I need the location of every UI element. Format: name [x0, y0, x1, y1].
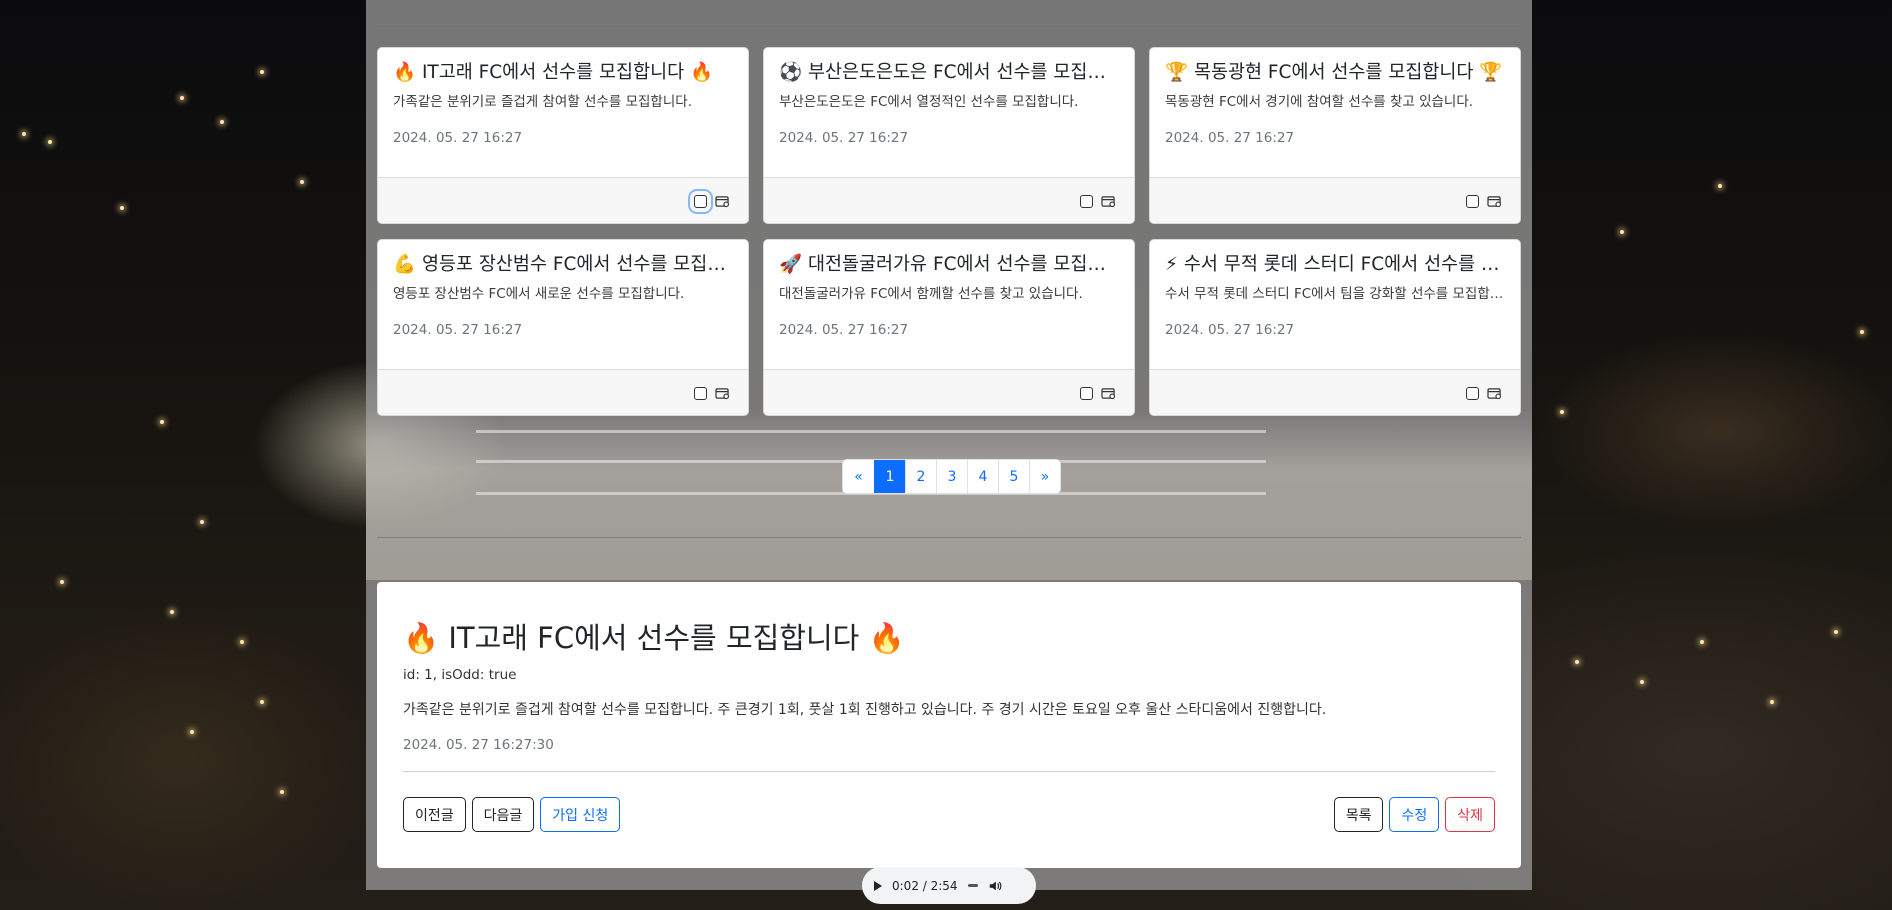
edit-button[interactable]: 수정	[1389, 797, 1440, 832]
card-title[interactable]: 💪 영등포 장산범수 FC에서 선수를 모집합니다	[393, 252, 733, 278]
page-next-link[interactable]: »	[1029, 460, 1060, 493]
section-divider	[377, 537, 1521, 538]
recruit-card[interactable]: ⚽ 부산은도은도은 FC에서 선수를 모집합니다 부산은도은도은 FC에서 열정…	[763, 47, 1135, 224]
audio-time: 0:02 / 2:54	[892, 878, 958, 893]
card-footer	[764, 177, 1134, 223]
card-date: 2024. 05. 27 16:27	[1165, 322, 1295, 338]
card-title[interactable]: 🏆 목동광현 FC에서 선수를 모집합니다 🏆	[1165, 60, 1505, 86]
wallet-icon[interactable]	[1487, 195, 1502, 208]
recruit-card[interactable]: 🏆 목동광현 FC에서 선수를 모집합니다 🏆 목동광현 FC에서 경기에 참여…	[1149, 47, 1521, 224]
manage-buttons: 목록 수정 삭제	[1333, 797, 1495, 832]
detail-actions: 이전글 다음글 가입 신청 목록 수정 삭제	[403, 797, 1495, 832]
select-checkbox[interactable]	[1466, 195, 1479, 208]
page-link-2[interactable]: 2	[905, 460, 936, 493]
top-divider	[377, 24, 1521, 25]
card-title[interactable]: ⚽ 부산은도은도은 FC에서 선수를 모집합니다	[779, 60, 1119, 86]
page-prev-link[interactable]: «	[843, 460, 874, 493]
card-date: 2024. 05. 27 16:27	[393, 322, 523, 338]
page-link-3[interactable]: 3	[936, 460, 967, 493]
card-footer	[1150, 369, 1520, 415]
recruit-card[interactable]: 🔥 IT고래 FC에서 선수를 모집합니다 🔥 가족같은 분위기로 즐겁게 참여…	[377, 47, 749, 224]
fire-icon: 🔥	[393, 62, 417, 83]
card-date: 2024. 05. 27 16:27	[779, 322, 909, 338]
volume-icon[interactable]	[988, 879, 1002, 893]
wallet-icon[interactable]	[1101, 195, 1116, 208]
select-checkbox[interactable]	[1466, 387, 1479, 400]
page-link-4[interactable]: 4	[967, 460, 998, 493]
lightning-icon: ⚡	[1165, 254, 1178, 275]
flexed-biceps-icon: 💪	[393, 254, 417, 275]
card-footer	[1150, 177, 1520, 223]
soccer-ball-icon: ⚽	[779, 62, 803, 83]
stadium-background	[366, 410, 1532, 580]
wallet-icon[interactable]	[715, 195, 730, 208]
wallet-icon[interactable]	[715, 387, 730, 400]
recruit-card[interactable]: 🚀 대전돌굴러가유 FC에서 선수를 모집합니다 대전돌굴러가유 FC에서 함께…	[763, 239, 1135, 416]
nav-buttons: 이전글 다음글 가입 신청	[403, 797, 621, 832]
card-text: 대전돌굴러가유 FC에서 함께할 선수를 찾고 있습니다.	[779, 286, 1083, 302]
card-text: 영등포 장산범수 FC에서 새로운 선수를 모집합니다.	[393, 286, 685, 302]
pagination: « 1 2 3 4 5 »	[842, 459, 1061, 494]
recruit-card[interactable]: ⚡ 수서 무적 롯데 스터디 FC에서 선수를 모집합니다 수서 무적 롯데 스…	[1149, 239, 1521, 416]
card-title[interactable]: 🔥 IT고래 FC에서 선수를 모집합니다 🔥	[393, 60, 733, 86]
recruit-card[interactable]: 💪 영등포 장산범수 FC에서 선수를 모집합니다 영등포 장산범수 FC에서 …	[377, 239, 749, 416]
delete-button[interactable]: 삭제	[1445, 797, 1495, 832]
card-title[interactable]: 🚀 대전돌굴러가유 FC에서 선수를 모집합니다	[779, 252, 1119, 278]
trophy-icon: 🏆	[1165, 62, 1189, 83]
select-checkbox[interactable]	[694, 387, 707, 400]
next-post-button[interactable]: 다음글	[471, 797, 535, 832]
detail-meta: id: 1, isOdd: true	[403, 667, 517, 683]
join-request-button[interactable]: 가입 신청	[540, 797, 621, 832]
card-text: 부산은도은도은 FC에서 열정적인 선수를 모집합니다.	[779, 94, 1079, 110]
card-date: 2024. 05. 27 16:27	[393, 130, 523, 146]
rocket-icon: 🚀	[779, 254, 803, 275]
page-link-5[interactable]: 5	[998, 460, 1029, 493]
page-link-1[interactable]: 1	[874, 460, 905, 493]
card-title[interactable]: ⚡ 수서 무적 롯데 스터디 FC에서 선수를 모집합니다	[1165, 252, 1505, 278]
select-checkbox[interactable]	[688, 189, 713, 214]
audio-progress-track[interactable]	[967, 884, 978, 887]
card-text: 목동광현 FC에서 경기에 참여할 선수를 찾고 있습니다.	[1165, 94, 1474, 110]
select-checkbox[interactable]	[1080, 195, 1093, 208]
wallet-icon[interactable]	[1101, 387, 1116, 400]
detail-content: 가족같은 분위기로 즐겁게 참여할 선수를 모집합니다. 주 큰경기 1회, 풋…	[403, 702, 1327, 718]
detail-divider	[403, 771, 1495, 772]
detail-date: 2024. 05. 27 16:27:30	[403, 737, 554, 753]
card-date: 2024. 05. 27 16:27	[1165, 130, 1295, 146]
post-detail: 🔥 IT고래 FC에서 선수를 모집합니다 🔥 id: 1, isOdd: tr…	[377, 582, 1521, 868]
wallet-icon[interactable]	[1487, 387, 1502, 400]
card-text: 가족같은 분위기로 즐겁게 참여할 선수를 모집합니다.	[393, 94, 692, 110]
detail-title: 🔥 IT고래 FC에서 선수를 모집합니다 🔥	[403, 621, 905, 655]
card-text: 수서 무적 롯데 스터디 FC에서 팀을 강화할 선수를 모집합니다.	[1165, 286, 1505, 302]
list-button[interactable]: 목록	[1333, 797, 1384, 832]
audio-player[interactable]: 0:02 / 2:54	[862, 867, 1036, 904]
card-footer	[764, 369, 1134, 415]
card-date: 2024. 05. 27 16:27	[779, 130, 909, 146]
card-footer	[378, 177, 748, 223]
prev-post-button[interactable]: 이전글	[403, 797, 466, 832]
card-footer	[378, 369, 748, 415]
select-checkbox[interactable]	[1080, 387, 1093, 400]
play-icon[interactable]	[874, 880, 882, 891]
